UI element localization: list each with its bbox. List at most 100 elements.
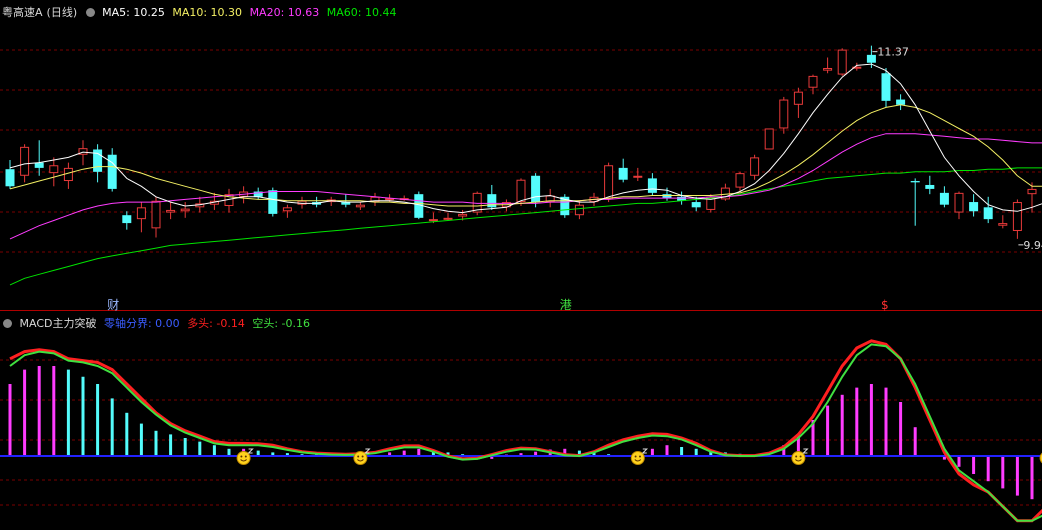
- candle: [180, 202, 190, 218]
- candle-body: [866, 54, 876, 63]
- candle-body: [881, 73, 891, 101]
- candle: [487, 184, 497, 210]
- candle: [370, 192, 380, 206]
- smiley-eye: [240, 455, 243, 458]
- candle-body: [166, 209, 176, 213]
- buy-signal-icon: [630, 448, 649, 465]
- candle-body: [443, 217, 453, 220]
- candle: [49, 157, 59, 187]
- candle: [5, 160, 15, 189]
- smiley-eye: [357, 455, 360, 458]
- bull-value: 多头: -0.14: [187, 317, 245, 330]
- candle-body: [998, 223, 1008, 226]
- candle-body: [983, 207, 993, 220]
- ma20-line: [9, 133, 1042, 240]
- smiley-eye: [634, 455, 637, 458]
- candle: [107, 148, 117, 192]
- candle: [136, 202, 146, 233]
- candle-body: [925, 184, 935, 189]
- sleep-mark: [641, 448, 649, 454]
- candle: [925, 175, 935, 195]
- candle: [837, 48, 847, 76]
- candle-body: [750, 157, 760, 176]
- candle: [954, 191, 964, 220]
- ma60-value: MA60: 10.44: [326, 6, 397, 19]
- ma5-value: MA5: 10.25: [102, 6, 165, 19]
- candle-body: [122, 215, 132, 224]
- candle-body: [180, 208, 190, 212]
- candle: [750, 154, 760, 180]
- candle-body: [735, 173, 745, 188]
- candle-body: [428, 219, 438, 222]
- macd-chart[interactable]: [0, 339, 1042, 523]
- candle-body: [896, 99, 906, 105]
- candle-body: [355, 204, 365, 208]
- candle: [501, 199, 511, 212]
- candle-body: [823, 68, 833, 71]
- candle-body: [574, 204, 584, 216]
- candle: [808, 74, 818, 95]
- stock-chart-canvas[interactable]: 11.37 9.94 财 港 $: [0, 0, 1042, 530]
- candle: [574, 200, 584, 220]
- candle-body: [618, 167, 628, 180]
- candle-body: [633, 175, 643, 178]
- candle: [151, 196, 161, 238]
- candle-body: [1012, 202, 1022, 231]
- candle-body: [458, 213, 468, 217]
- candle-body: [49, 165, 59, 174]
- candle: [793, 87, 803, 118]
- candle-body: [764, 128, 774, 150]
- candle-body: [151, 200, 161, 229]
- smiley-eye: [799, 455, 802, 458]
- candle: [910, 178, 920, 226]
- candle: [618, 158, 628, 183]
- candle: [1012, 199, 1022, 239]
- candle: [735, 171, 745, 192]
- candle: [355, 202, 365, 210]
- candle-body: [20, 146, 30, 176]
- candle: [969, 194, 979, 217]
- news-marker-finance[interactable]: 财: [107, 298, 119, 312]
- candle-body: [662, 194, 672, 199]
- candle: [647, 173, 657, 196]
- candle: [443, 212, 453, 221]
- news-marker-dividend[interactable]: $: [881, 298, 889, 312]
- ma10-line: [9, 104, 1042, 207]
- candle: [852, 62, 862, 71]
- candle: [312, 196, 322, 208]
- candle: [896, 94, 906, 111]
- candle: [560, 194, 570, 218]
- price-legend: 粤高速A (日线) MA5: 10.25 MA10: 10.30 MA20: 10…: [2, 5, 401, 21]
- zero-axis-value: 零轴分界: 0.00: [103, 317, 180, 330]
- ma60-line: [9, 167, 1042, 286]
- candle-body: [107, 154, 117, 189]
- candle-body: [969, 202, 979, 212]
- news-marker-port[interactable]: 港: [560, 298, 572, 312]
- candle-body: [136, 207, 146, 220]
- candle: [779, 96, 789, 134]
- candle: [545, 188, 555, 208]
- candle-body: [808, 75, 818, 88]
- sleep-mark: [802, 448, 809, 454]
- macd-legend: MACD主力突破 零轴分界: 0.00 多头: -0.14 空头: -0.16: [2, 316, 314, 332]
- candle: [764, 128, 774, 150]
- price-chart[interactable]: [5, 45, 1042, 286]
- candle-body: [691, 202, 701, 208]
- candle-body: [647, 178, 657, 193]
- candle: [998, 215, 1008, 229]
- candle: [63, 162, 73, 189]
- settings-dot-icon[interactable]: [85, 8, 95, 17]
- candle-body: [837, 49, 847, 75]
- smiley-eye: [795, 455, 798, 458]
- candle-body: [939, 192, 949, 205]
- indicator-dot-icon[interactable]: [3, 319, 12, 328]
- smiley-eye: [639, 455, 641, 458]
- price-low-label: 9.94: [1023, 239, 1042, 252]
- candle: [823, 57, 833, 74]
- candle-body: [793, 91, 803, 105]
- candle-body: [516, 179, 526, 203]
- candle-body: [1027, 188, 1037, 195]
- candle-body: [779, 99, 789, 129]
- buy-signal-icon: [353, 448, 371, 465]
- candle: [939, 186, 949, 208]
